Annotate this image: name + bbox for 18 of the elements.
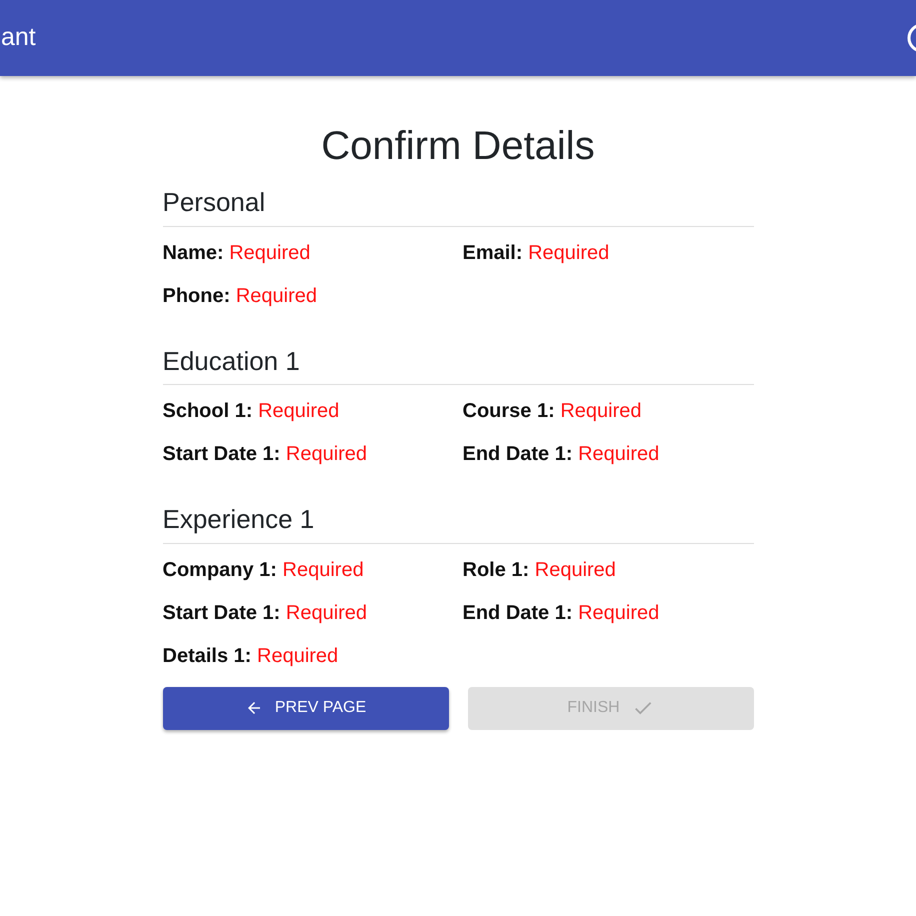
section-heading: Experience 1 [162, 505, 754, 544]
page-title: Confirm Details [320, 124, 596, 168]
field-summary: Start Date 1: Required [162, 600, 368, 626]
field-summary: Name: Required [162, 240, 312, 266]
field-summary: End Date 1: Required [462, 600, 660, 626]
field-summary: Details 1: Required [162, 644, 340, 669]
field-summary: Email: Required [462, 240, 610, 266]
section-heading: Education 1 [162, 346, 754, 386]
prev-page-button[interactable]: PREV PAGE [162, 686, 448, 730]
field-summary: Company 1: Required [162, 558, 365, 583]
field-summary: Start Date 1: Required [162, 442, 368, 468]
app-title: ant [1, 22, 36, 54]
field-summary: Course 1: Required [462, 399, 642, 424]
field-summary: School 1: Required [162, 399, 340, 424]
section-heading: Personal [162, 188, 754, 227]
field-summary: End Date 1: Required [462, 442, 660, 468]
field-summary: Phone: Required [162, 284, 318, 309]
field-summary: Role 1: Required [462, 558, 617, 583]
